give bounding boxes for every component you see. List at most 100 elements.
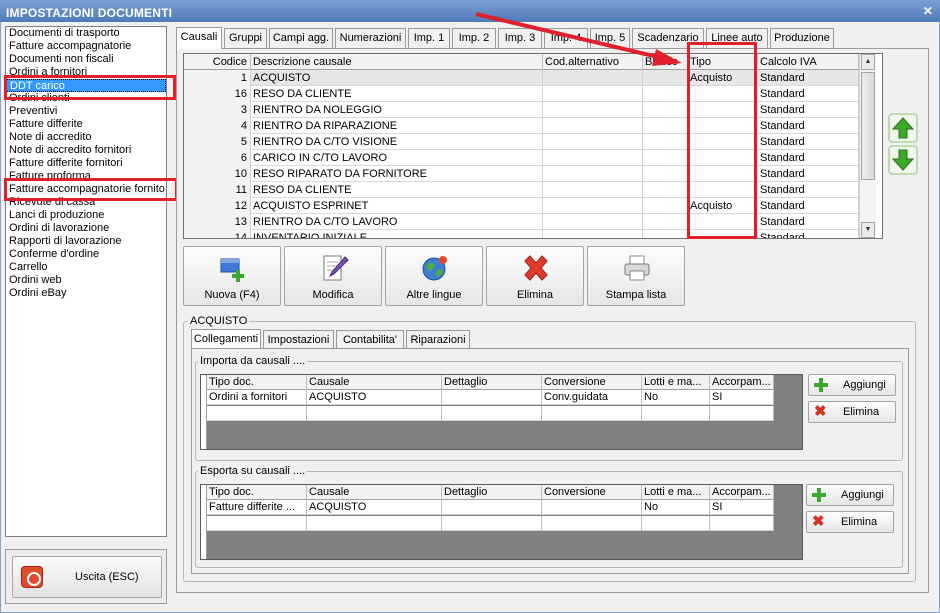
table-cell: RIENTRO DA RIPARAZIONE [251, 118, 543, 134]
edit-button[interactable]: Modifica [284, 246, 382, 306]
document-type-list[interactable]: Documenti di trasporto Fatture accompagna… [5, 26, 167, 537]
column-header[interactable]: Conversione [542, 375, 642, 390]
column-header[interactable]: Conversione [542, 485, 642, 500]
tab-causali[interactable]: Causali [176, 27, 222, 49]
column-header[interactable]: Descrizione causale [251, 54, 543, 70]
table-row[interactable]: Fatture differite ... ACQUISTO No SI [207, 500, 774, 515]
move-down-icon[interactable] [888, 145, 918, 175]
sidebar-item[interactable]: Carrello [6, 261, 166, 274]
scroll-down-icon[interactable]: ▼ [861, 222, 875, 238]
subtab-collegamenti[interactable]: Collegamenti [191, 329, 261, 349]
table-row[interactable]: 14 INVENTARIO INIZIALE Standard [184, 230, 859, 238]
sidebar-item[interactable]: Rapporti di lavorazione [6, 235, 166, 248]
table-cell [442, 516, 542, 531]
table-cell [710, 406, 774, 421]
column-header[interactable]: Accorpam... [710, 485, 774, 500]
scroll-thumb[interactable] [861, 72, 875, 180]
column-header[interactable]: Tipo doc. [207, 485, 307, 500]
tab-numerazioni[interactable]: Numerazioni [335, 28, 406, 48]
subtab-impostazioni[interactable]: Impostazioni [263, 330, 334, 348]
table-row[interactable]: 13 RIENTRO DA C/TO LAVORO Standard [184, 214, 859, 230]
column-header[interactable]: Causale [307, 485, 442, 500]
table-cell: ACQUISTO [307, 390, 442, 405]
table-cell: 12 [184, 198, 251, 214]
table-row[interactable]: 16 RESO DA CLIENTE Standard [184, 86, 859, 102]
new-button[interactable]: Nuova (F4) [183, 246, 281, 306]
sidebar-item[interactable]: Fatture differite fornitori [6, 157, 166, 170]
sidebar-item[interactable]: Note di accredito fornitori [6, 144, 166, 157]
column-header[interactable]: Causale [307, 375, 442, 390]
column-header[interactable]: Dettaglio [442, 485, 542, 500]
table-row[interactable] [207, 406, 774, 421]
tab-imp-1[interactable]: Imp. 1 [408, 28, 450, 48]
column-header[interactable]: Blocco [643, 54, 688, 70]
column-header[interactable]: Lotti e ma... [642, 375, 710, 390]
sidebar-item[interactable]: Conferme d'ordine [6, 248, 166, 261]
table-row[interactable]: 3 RIENTRO DA NOLEGGIO Standard [184, 102, 859, 118]
sidebar-item[interactable]: Documenti non fiscali [6, 53, 166, 66]
languages-button[interactable]: Altre lingue [385, 246, 483, 306]
highlight-ddt-carico [4, 75, 176, 100]
import-delete-button[interactable]: ✖ Elimina [808, 401, 896, 423]
column-header[interactable]: Tipo doc. [207, 375, 307, 390]
table-cell: 6 [184, 150, 251, 166]
table-cell: No [642, 500, 710, 515]
table-cell [710, 516, 774, 531]
column-header[interactable]: Cod.alternativo [543, 54, 643, 70]
tab-gruppi[interactable]: Gruppi [224, 28, 267, 48]
tab-imp-3[interactable]: Imp. 3 [498, 28, 542, 48]
close-icon[interactable]: ✕ [922, 5, 934, 17]
tab-imp-4[interactable]: Imp. 4 [544, 28, 588, 48]
new-document-icon [220, 258, 244, 282]
import-grid[interactable]: Tipo doc. Causale Dettaglio Conversione Lott… [200, 374, 803, 450]
table-cell: Standard [758, 102, 859, 118]
sidebar-item[interactable]: Documenti di trasporto [6, 27, 166, 40]
tab-imp-5[interactable]: Imp. 5 [590, 28, 630, 48]
export-grid[interactable]: Tipo doc. Causale Dettaglio Conversione Lott… [200, 484, 803, 560]
table-row[interactable]: Ordini a fornitori ACQUISTO Conv.guidata No… [207, 390, 774, 405]
table-row[interactable]: 5 RIENTRO DA C/TO VISIONE Standard [184, 134, 859, 150]
tab-imp-2[interactable]: Imp. 2 [452, 28, 496, 48]
table-row[interactable]: 4 RIENTRO DA RIPARAZIONE Standard [184, 118, 859, 134]
column-header[interactable]: Codice [184, 54, 251, 70]
table-row[interactable]: 11 RESO DA CLIENTE Standard [184, 182, 859, 198]
sidebar-item[interactable]: Ordini di lavorazione [6, 222, 166, 235]
table-row[interactable]: 10 RESO RIPARATO DA FORNITORE Standard [184, 166, 859, 182]
exit-button[interactable]: Uscita (ESC) [12, 556, 162, 598]
table-cell: Standard [758, 230, 859, 238]
tab-campi-agg[interactable]: Campi agg. [269, 28, 333, 48]
table-row[interactable]: 1 ACQUISTO Acquisto Standard [184, 70, 859, 86]
sidebar-item[interactable]: Fatture accompagnatorie [6, 40, 166, 53]
scroll-up-icon[interactable]: ▲ [861, 54, 875, 70]
export-delete-label: Elimina [841, 516, 878, 528]
export-delete-button[interactable]: ✖ Elimina [806, 511, 894, 533]
table-cell: 5 [184, 134, 251, 150]
column-header[interactable]: Calcolo IVA [758, 54, 859, 70]
delete-label: Elimina [516, 289, 554, 301]
column-header[interactable]: Dettaglio [442, 375, 542, 390]
sidebar-item[interactable]: Note di accredito [6, 131, 166, 144]
sidebar-item[interactable]: Ordini eBay [6, 287, 166, 300]
print-button[interactable]: Stampa lista [587, 246, 685, 306]
column-header[interactable]: Lotti e ma... [642, 485, 710, 500]
sidebar-item[interactable]: Lanci di produzione [6, 209, 166, 222]
tab-produzione[interactable]: Produzione [770, 28, 834, 48]
import-add-button[interactable]: Aggiungi [808, 374, 896, 396]
causali-grid[interactable]: Codice Descrizione causale Cod.alternativo… [183, 53, 883, 239]
table-cell [643, 230, 688, 238]
sidebar-item[interactable]: Ordini web [6, 274, 166, 287]
table-row[interactable] [207, 516, 774, 531]
subtab-riparazioni[interactable]: Riparazioni [406, 330, 470, 348]
table-row[interactable]: 12 ACQUISTO ESPRINET Acquisto Standard [184, 198, 859, 214]
delete-icon: ✖ [814, 403, 827, 420]
sidebar-item[interactable]: Preventivi [6, 105, 166, 118]
subtab-contabilita[interactable]: Contabilita' [336, 330, 404, 348]
sidebar-item[interactable]: Fatture differite [6, 118, 166, 131]
export-group-title: Esporta su causali .... [198, 465, 308, 478]
column-header[interactable]: Accorpam... [710, 375, 774, 390]
move-up-icon[interactable] [888, 113, 918, 143]
table-row[interactable]: 6 CARICO IN C/TO LAVORO Standard [184, 150, 859, 166]
causali-grid-scrollbar[interactable]: ▲ ▼ [859, 54, 876, 238]
delete-button[interactable]: Elimina [486, 246, 584, 306]
export-add-button[interactable]: Aggiungi [806, 484, 894, 506]
